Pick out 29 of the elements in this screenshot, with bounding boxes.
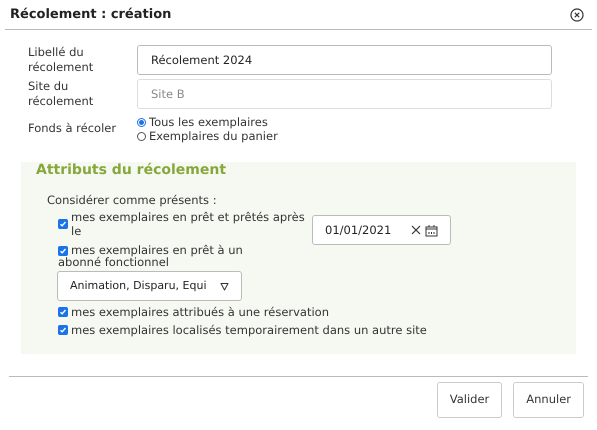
dialog-title: Récolement : création xyxy=(10,6,172,24)
option-label: mes exemplaires attribués à une réservation xyxy=(71,305,329,320)
option-label: mes exemplaires en prêt à un abonné fonctionnel xyxy=(58,243,243,270)
intro-text: Considérer comme présents : xyxy=(47,192,218,209)
field-label: Site du récolement xyxy=(28,79,94,109)
text-field[interactable]: Récolement 2024 xyxy=(137,45,552,75)
select-field[interactable]: Animation, Disparu, Equi xyxy=(57,271,242,302)
section-title: Attributs du récolement xyxy=(36,162,228,178)
select-value: Animation, Disparu, Equi xyxy=(70,278,208,294)
clear-icon[interactable] xyxy=(411,225,421,236)
caret-icon xyxy=(220,282,229,291)
date-value: 01/01/2021 xyxy=(325,222,392,239)
radio-button[interactable] xyxy=(137,132,146,140)
dialog-button[interactable]: Annuler xyxy=(513,382,584,418)
checkbox[interactable] xyxy=(58,325,68,336)
radio-button[interactable] xyxy=(137,118,146,126)
close-icon[interactable] xyxy=(570,8,584,22)
checkbox[interactable] xyxy=(58,219,68,230)
option-label: mes exemplaires en prêt et prêtés après le xyxy=(71,210,306,238)
calendar-icon[interactable] xyxy=(425,224,438,237)
field-label: Fonds à récoler xyxy=(28,120,118,138)
checkbox[interactable] xyxy=(58,307,68,318)
date-field[interactable]: 01/01/2021 xyxy=(312,215,451,246)
radio-label: Tous les exemplaires xyxy=(149,115,268,129)
dialog-button[interactable]: Valider xyxy=(436,382,502,418)
option-label: mes exemplaires localisés temporairement dans un autre site xyxy=(71,323,427,338)
checkbox[interactable] xyxy=(58,246,68,256)
radio-label: Exemplaires du panier xyxy=(149,129,278,143)
field-label: Libellé du récolement xyxy=(28,45,94,75)
